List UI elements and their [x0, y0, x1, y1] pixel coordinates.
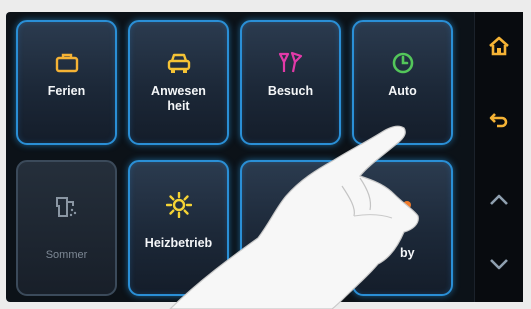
tile-sommer[interactable]: Sommer — [16, 160, 117, 296]
tile-label-sommer: Sommer — [45, 249, 88, 261]
tile-ferien[interactable]: Ferien — [16, 20, 117, 145]
circle-icon — [242, 196, 339, 222]
tile-standby[interactable]: by — [352, 160, 453, 296]
scroll-up-button[interactable] — [475, 180, 523, 224]
chevron-down-icon — [489, 257, 509, 276]
back-arrow-icon — [489, 110, 509, 135]
chevron-up-icon — [489, 193, 509, 212]
scroll-down-button[interactable] — [475, 244, 523, 288]
tile-7[interactable] — [240, 160, 341, 296]
tile-label-auto: Auto — [388, 84, 417, 98]
tile-heizbetrieb[interactable]: Heizbetrieb — [128, 160, 229, 296]
cocktail-glasses-icon — [242, 50, 339, 76]
sun-icon — [130, 192, 227, 218]
clock-icon — [354, 50, 451, 76]
tile-label-standby: by — [400, 246, 415, 260]
touchscreen-display: Ferien Anwesen heit Besuch Auto Sommer H… — [6, 12, 522, 302]
tile-besuch[interactable]: Besuch — [240, 20, 341, 145]
suitcase-icon — [18, 50, 115, 76]
back-button[interactable] — [475, 100, 523, 144]
tap-shower-icon — [18, 194, 115, 220]
power-icon — [354, 192, 451, 218]
tile-anwesenheit[interactable]: Anwesen heit — [128, 20, 229, 145]
car-icon — [130, 50, 227, 76]
navigation-sidebar — [474, 12, 523, 302]
tile-auto[interactable]: Auto — [352, 20, 453, 145]
tile-label-besuch: Besuch — [267, 84, 314, 98]
home-button[interactable] — [475, 26, 523, 70]
tile-label-anwesenheit: Anwesen heit — [151, 84, 206, 113]
home-icon — [488, 35, 510, 62]
tile-label-heizbetrieb: Heizbetrieb — [144, 236, 213, 250]
tile-label-ferien: Ferien — [47, 84, 86, 98]
